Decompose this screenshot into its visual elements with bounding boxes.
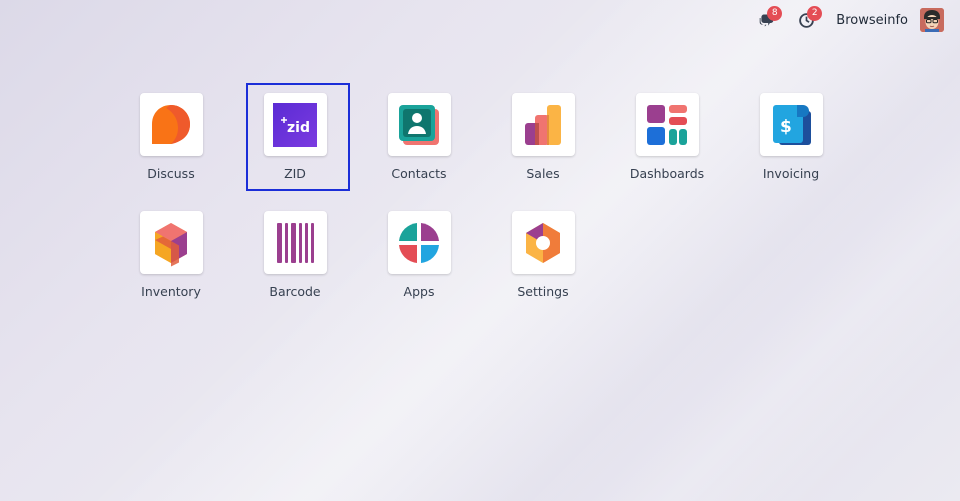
app-label: Invoicing — [762, 166, 820, 181]
app-zid[interactable]: zid ZID — [233, 83, 357, 193]
app-tile — [263, 211, 327, 274]
app-inventory[interactable]: Inventory — [109, 211, 233, 311]
app-label: Dashboards — [629, 166, 705, 181]
app-label: Inventory — [141, 284, 201, 299]
messages-badge: 8 — [767, 6, 783, 21]
avatar[interactable] — [920, 8, 944, 32]
discuss-icon — [152, 104, 190, 144]
app-grid: Discuss zid ZID Contacts Sales Dashboard… — [109, 83, 853, 311]
sales-icon — [525, 104, 561, 145]
invoicing-icon: $ — [773, 104, 811, 145]
inventory-icon — [155, 222, 187, 266]
app-dashboards[interactable]: Dashboards — [605, 93, 729, 193]
app-sales[interactable]: Sales — [481, 93, 605, 193]
zid-logo-text: zid — [287, 120, 310, 136]
app-tile — [387, 211, 451, 274]
zid-icon: zid — [273, 102, 317, 147]
app-invoicing[interactable]: $ Invoicing — [729, 93, 853, 193]
app-tile — [387, 93, 451, 156]
app-discuss[interactable]: Discuss — [109, 93, 233, 193]
app-tile — [511, 93, 575, 156]
activity-button[interactable]: 2 — [794, 6, 823, 32]
user-avatar-icon — [920, 8, 944, 32]
settings-icon — [526, 222, 560, 263]
app-label: Discuss — [147, 166, 195, 181]
company-name[interactable]: Browseinfo — [836, 13, 908, 28]
messages-button[interactable]: 8 — [754, 6, 783, 32]
apps-icon — [399, 222, 439, 263]
dashboards-icon — [647, 104, 687, 145]
app-label: Contacts — [391, 166, 447, 181]
app-label: Settings — [517, 284, 569, 299]
app-tile: zid — [263, 93, 327, 156]
app-label: ZID — [284, 166, 306, 181]
app-label: Barcode — [269, 284, 321, 299]
dollar-sign: $ — [780, 117, 792, 137]
contacts-icon — [399, 104, 439, 145]
app-apps[interactable]: Apps — [357, 211, 481, 311]
app-settings[interactable]: Settings — [481, 211, 605, 311]
app-barcode[interactable]: Barcode — [233, 211, 357, 311]
app-contacts[interactable]: Contacts — [357, 93, 481, 193]
app-tile — [511, 211, 575, 274]
app-label: Sales — [526, 166, 560, 181]
app-tile — [139, 93, 203, 156]
top-bar: 8 2 Browseinfo — [0, 0, 960, 40]
app-tile: $ — [759, 93, 823, 156]
app-tile — [635, 93, 699, 156]
barcode-icon — [277, 222, 314, 263]
app-tile — [139, 211, 203, 274]
activity-badge: 2 — [807, 6, 823, 21]
app-label: Apps — [403, 284, 435, 299]
